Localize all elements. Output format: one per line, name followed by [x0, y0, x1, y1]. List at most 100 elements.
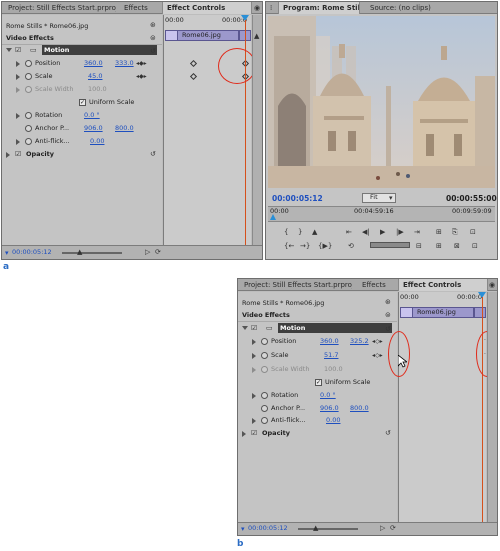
position-y-value[interactable]: 333.0	[115, 59, 134, 68]
antiflicker-disclosure-icon[interactable]	[252, 418, 256, 424]
position-x-value[interactable]: 360.0	[320, 337, 339, 346]
antiflicker-value[interactable]: 0.00	[326, 416, 340, 425]
tab-program[interactable]: Program: Rome Stills	[278, 2, 360, 14]
uniform-scale-checkbox[interactable]: ✓	[79, 99, 86, 106]
scale-disclosure-icon[interactable]	[252, 353, 256, 359]
tab-effect-controls[interactable]: Effect Controls	[398, 279, 488, 291]
zoom-slider[interactable]	[298, 528, 358, 530]
section-menu-icon[interactable]: ⊜	[150, 34, 156, 42]
anchor-stopwatch-icon[interactable]	[25, 125, 32, 132]
go-prev-edit-button[interactable]: {←	[284, 242, 294, 251]
opacity-reset-icon[interactable]: ↺	[150, 150, 156, 158]
antiflicker-disclosure-icon[interactable]	[16, 139, 20, 145]
set-out-button[interactable]: }	[298, 228, 302, 237]
tab-project[interactable]: Project: Still Effects Start.prproj	[4, 2, 116, 14]
position-keyframe-nav[interactable]: ◂◆▸	[136, 60, 147, 67]
loop-audio-icon[interactable]: ⟳	[390, 524, 396, 532]
tab-project[interactable]: Project: Still Effects Start.prproj	[240, 279, 352, 291]
tab-effects[interactable]: Effects	[120, 2, 156, 14]
current-timecode[interactable]: 00:00:05:12	[12, 248, 52, 257]
trim-button[interactable]: ⊞	[436, 228, 442, 237]
position-stopwatch-icon[interactable]	[261, 338, 268, 345]
unnumbered-marker-button[interactable]: ▲	[312, 228, 317, 237]
extract-button[interactable]: ⊡	[472, 242, 478, 251]
jog-shuttle[interactable]	[370, 242, 410, 248]
rotation-value[interactable]: 0.0 °	[84, 111, 100, 120]
antiflicker-stopwatch-icon[interactable]	[25, 138, 32, 145]
position-disclosure-icon[interactable]	[252, 339, 256, 345]
tab-effects[interactable]: Effects	[358, 279, 394, 291]
play-audio-icon[interactable]: ▷	[380, 524, 385, 532]
go-next-edit-button[interactable]: →}	[300, 242, 310, 251]
step-forward-button[interactable]: |▶	[396, 228, 404, 237]
zoom-slider[interactable]	[62, 252, 122, 254]
transform-icon[interactable]: ▭	[30, 46, 37, 54]
fx-toggle-icon[interactable]: ☑	[15, 46, 21, 54]
play-audio-icon[interactable]: ▷	[145, 248, 150, 256]
scale-width-disclosure-icon[interactable]	[16, 87, 20, 93]
rotation-disclosure-icon[interactable]	[16, 113, 20, 119]
current-timecode[interactable]: 00:00:05:12	[248, 524, 288, 533]
position-disclosure-icon[interactable]	[16, 61, 20, 67]
opacity-reset-icon[interactable]: ↺	[385, 429, 391, 437]
scale-stopwatch-icon[interactable]	[261, 352, 268, 359]
rotation-value[interactable]: 0.0 °	[320, 391, 336, 400]
panel-menu-icon[interactable]: ◉	[254, 4, 260, 12]
scale-keyframe-nav[interactable]: ◂◇▸	[372, 352, 383, 359]
motion-disclosure-icon[interactable]	[6, 48, 12, 52]
lift-button[interactable]: ⎘	[452, 228, 458, 237]
section-menu-icon[interactable]: ⊜	[385, 311, 391, 319]
motion-disclosure-icon[interactable]	[242, 326, 248, 330]
opacity-fx-icon[interactable]: ☑	[15, 150, 21, 158]
scale-value[interactable]: 51.7	[324, 351, 338, 360]
rotation-disclosure-icon[interactable]	[252, 393, 256, 399]
anchor-y-value[interactable]: 800.0	[350, 404, 369, 413]
play-in-out-button[interactable]: {▶}	[318, 242, 332, 251]
loop-button[interactable]: ⟲	[348, 242, 354, 251]
opacity-disclosure-icon[interactable]	[242, 431, 246, 437]
anchor-x-value[interactable]: 906.0	[320, 404, 339, 413]
opacity-disclosure-icon[interactable]	[6, 152, 10, 158]
position-keyframe-nav[interactable]: ◂◇▸	[372, 338, 383, 345]
transform-icon[interactable]: ▭	[266, 324, 273, 332]
fx-toggle-icon[interactable]: ☑	[251, 324, 257, 332]
step-back-button[interactable]: ◀|	[362, 228, 370, 237]
play-button[interactable]: ▶	[380, 228, 385, 237]
safe-margins-button[interactable]: ⊟	[416, 242, 422, 251]
zoom-slider-thumb-icon[interactable]: ▲	[77, 248, 82, 256]
position-stopwatch-icon[interactable]	[25, 60, 32, 67]
ruler-playhead-icon[interactable]	[270, 214, 276, 220]
program-timecode[interactable]: 00:00:05:12	[272, 194, 323, 203]
program-video-frame[interactable]	[268, 16, 495, 188]
toggle-timeline-icon[interactable]: ⊛	[150, 21, 156, 29]
scale-disclosure-icon[interactable]	[16, 74, 20, 80]
reset-icon[interactable]: ↺	[150, 47, 156, 55]
scroll-up-icon[interactable]: ▲	[254, 32, 259, 40]
loop-audio-icon[interactable]: ⟳	[155, 248, 161, 256]
vertical-scrollbar[interactable]	[487, 292, 497, 522]
go-to-in-button[interactable]: ⇤	[346, 228, 352, 237]
uniform-scale-checkbox[interactable]: ✓	[315, 379, 322, 386]
rotation-stopwatch-icon[interactable]	[25, 112, 32, 119]
anchor-x-value[interactable]: 906.0	[84, 124, 103, 133]
reset-icon[interactable]: ↺	[385, 325, 391, 333]
set-in-button[interactable]: {	[284, 228, 288, 237]
panel-menu-icon[interactable]: ◉	[489, 281, 495, 289]
tab-source[interactable]: Source: (no clips)	[366, 2, 441, 14]
scale-width-disclosure-icon[interactable]	[252, 367, 256, 373]
rotation-stopwatch-icon[interactable]	[261, 392, 268, 399]
vertical-scrollbar[interactable]	[252, 15, 262, 245]
toggle-timeline-icon[interactable]: ⊛	[385, 298, 391, 306]
position-y-value[interactable]: 325.2	[350, 337, 369, 346]
scale-keyframe-nav[interactable]: ◂◆▸	[136, 73, 147, 80]
anchor-stopwatch-icon[interactable]	[261, 405, 268, 412]
opacity-fx-icon[interactable]: ☑	[251, 429, 257, 437]
position-x-value[interactable]: 360.0	[84, 59, 103, 68]
go-to-out-button[interactable]: ⇥	[414, 228, 420, 237]
anchor-y-value[interactable]: 800.0	[115, 124, 134, 133]
tab-effect-controls[interactable]: Effect Controls	[162, 2, 252, 14]
output-button[interactable]: ⊞	[436, 242, 442, 251]
scale-stopwatch-icon[interactable]	[25, 73, 32, 80]
scale-value[interactable]: 45.0	[88, 72, 102, 81]
zoom-slider-thumb-icon[interactable]: ▲	[313, 524, 318, 532]
